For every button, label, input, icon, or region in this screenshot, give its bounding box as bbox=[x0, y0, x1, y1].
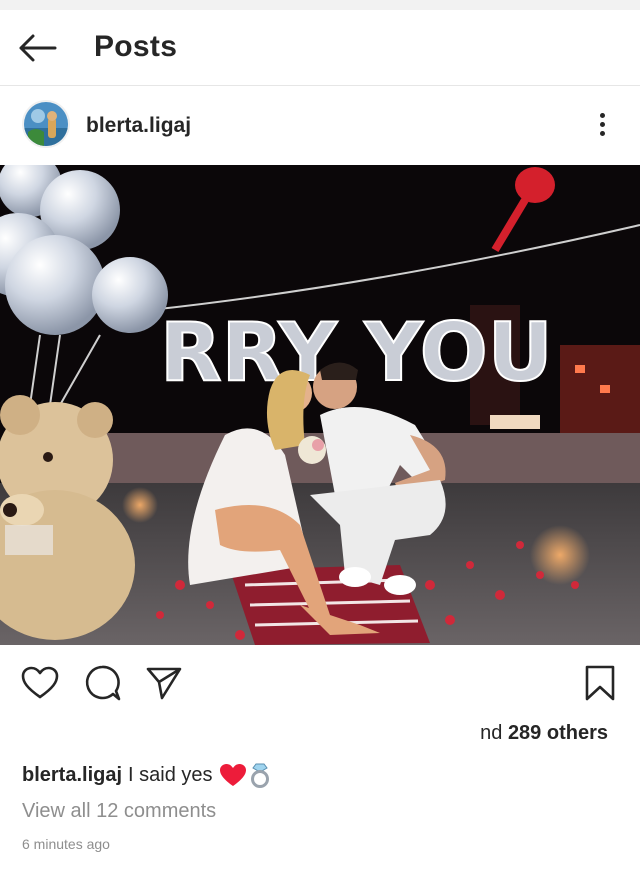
caption-text: I said yes bbox=[128, 763, 213, 786]
post-caption: blerta.ligaj I said yes bbox=[22, 762, 271, 788]
post-actions bbox=[0, 655, 640, 711]
back-button[interactable] bbox=[14, 28, 60, 68]
post-header: blerta.ligaj bbox=[0, 94, 640, 158]
more-options-button[interactable] bbox=[588, 106, 616, 142]
ring-icon bbox=[250, 763, 269, 788]
page-title: Posts bbox=[94, 30, 178, 63]
post-photo[interactable]: RRY YOU bbox=[0, 165, 640, 645]
like-button[interactable] bbox=[18, 661, 62, 705]
comment-button[interactable] bbox=[80, 661, 124, 705]
post-timestamp: 6 minutes ago bbox=[22, 836, 110, 852]
likes-summary[interactable]: nd 289 others bbox=[480, 722, 608, 745]
save-button[interactable] bbox=[578, 661, 622, 705]
share-button[interactable] bbox=[142, 661, 186, 705]
heart-icon bbox=[21, 666, 59, 699]
more-vertical-icon bbox=[599, 112, 605, 118]
caption-username[interactable]: blerta.ligaj bbox=[22, 764, 122, 787]
arrow-left-icon bbox=[19, 34, 57, 62]
likes-prefix: nd bbox=[480, 722, 503, 744]
red-heart-icon bbox=[219, 764, 246, 786]
view-all-comments-link[interactable]: View all 12 comments bbox=[22, 800, 216, 823]
share-icon bbox=[146, 667, 182, 700]
avatar[interactable] bbox=[22, 100, 70, 148]
comment-icon bbox=[85, 665, 121, 701]
post-username[interactable]: blerta.ligaj bbox=[86, 114, 191, 138]
likes-count: 289 others bbox=[507, 722, 608, 744]
status-bar bbox=[0, 0, 640, 10]
caption-emoji bbox=[219, 762, 271, 788]
top-app-bar: Posts bbox=[0, 10, 640, 86]
bookmark-icon bbox=[585, 665, 615, 701]
